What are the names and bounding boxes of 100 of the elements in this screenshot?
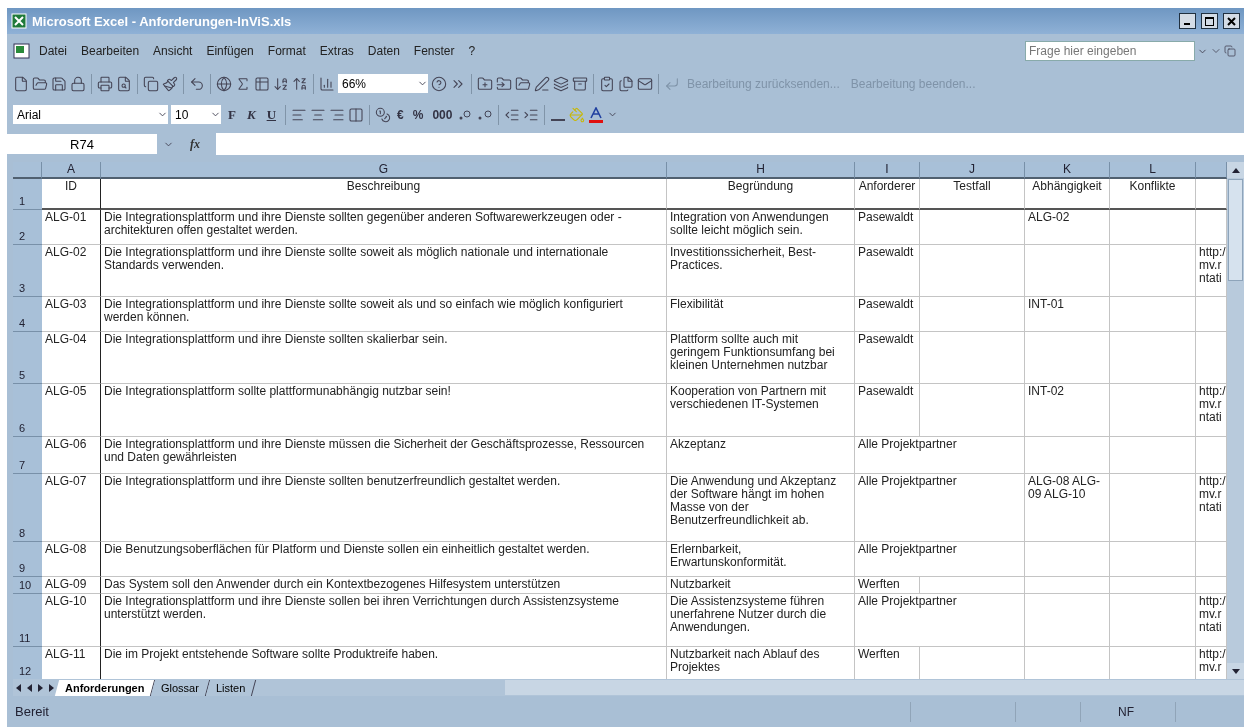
lock-icon[interactable] (70, 75, 86, 92)
column-header[interactable]: J (920, 162, 1025, 179)
name-box[interactable]: R74 (7, 134, 157, 154)
table-cell: Die Integrationsplattform und ihre Dienste müssen die Sicherheit der Geschäftsprozesse, Ressourcen und Daten gewährleisten (101, 437, 667, 474)
row-header[interactable]: 5 (13, 332, 42, 384)
undo-icon[interactable] (189, 75, 205, 92)
formula-field[interactable] (216, 133, 1244, 155)
help-search-field[interactable]: Frage hier eingeben (1025, 41, 1195, 61)
row-header[interactable]: 7 (13, 437, 42, 474)
column-header[interactable]: G (101, 162, 667, 179)
clipboard-check-icon[interactable] (599, 75, 615, 92)
number-format-button[interactable]: 000 (429, 107, 456, 122)
folder-plus-icon[interactable] (477, 75, 493, 92)
restore-icon[interactable] (1224, 45, 1236, 57)
help-icon[interactable] (431, 75, 447, 92)
row-header[interactable]: 6 (13, 384, 42, 437)
font-size-field[interactable]: 10 (171, 105, 221, 124)
menu-item[interactable]: Ansicht (147, 42, 199, 60)
table-cell: ALG-08 (42, 542, 101, 577)
copy-icon[interactable] (143, 75, 159, 92)
folder-input-icon[interactable] (496, 75, 512, 92)
column-header[interactable]: L (1110, 162, 1196, 179)
pen-icon[interactable] (534, 75, 550, 92)
menu-item[interactable]: Einfügen (200, 42, 260, 60)
menu-item[interactable]: Datei (33, 42, 73, 60)
column-header[interactable]: I (855, 162, 920, 179)
close-button[interactable] (1223, 13, 1240, 29)
sheet-tab[interactable]: Listen (206, 679, 257, 696)
decrease-decimal-icon[interactable] (477, 107, 494, 122)
row-header[interactable]: 1 (13, 179, 42, 210)
new-file-icon[interactable] (13, 75, 29, 92)
column-header[interactable]: A (42, 162, 101, 179)
text-style-button[interactable]: F (224, 106, 240, 123)
table-cell: Alle Projektpartner (855, 437, 1025, 474)
minimize-button[interactable] (1179, 13, 1196, 29)
sort-ascending-icon[interactable] (273, 75, 289, 92)
table-cell: Pasewaldt (855, 384, 920, 437)
column-header[interactable]: K (1025, 162, 1110, 179)
sheet-tab[interactable]: Anforderungen (54, 679, 156, 696)
row-header[interactable]: 3 (13, 245, 42, 297)
fill-color-icon[interactable] (569, 106, 586, 123)
row-header[interactable]: 9 (13, 542, 42, 577)
scrollbar-thumb[interactable] (1228, 179, 1243, 281)
column-title-cell: Anforderer (855, 179, 920, 210)
archive-icon[interactable] (572, 75, 588, 92)
sigma-icon[interactable] (235, 75, 251, 92)
print-icon[interactable] (97, 75, 113, 92)
font-color-icon[interactable] (588, 106, 605, 123)
row-header[interactable]: 11 (13, 594, 42, 647)
menu-item[interactable]: Extras (313, 42, 360, 60)
open-folder-icon[interactable] (32, 75, 48, 92)
chart-icon[interactable] (319, 75, 335, 92)
table-cell: Nutzbarkeit (667, 577, 855, 594)
table-cell: Erlernbarkeit, Erwartunskonformität. (667, 542, 855, 577)
maximize-button[interactable] (1201, 13, 1218, 29)
text-style-button[interactable]: U (262, 106, 280, 123)
row-header[interactable]: 4 (13, 297, 42, 332)
row-header[interactable]: 2 (13, 210, 42, 245)
print-preview-icon[interactable] (116, 75, 132, 92)
sheet-tab[interactable]: Glossar (151, 679, 211, 696)
merge-cells-icon[interactable] (348, 106, 364, 123)
globe-icon[interactable] (216, 75, 232, 92)
workbook-icon[interactable] (13, 43, 31, 59)
row-header[interactable]: 12 (13, 647, 42, 679)
table-cell: ALG-02 (42, 245, 101, 297)
table-cell: ALG-04 (42, 332, 101, 384)
paintbrush-icon[interactable] (162, 75, 178, 92)
zoom-field[interactable]: 66% (338, 74, 428, 93)
font-field[interactable]: Arial (13, 105, 168, 124)
scroll-up-button[interactable] (1227, 162, 1244, 178)
row-header[interactable]: 8 (13, 474, 42, 542)
number-format-button[interactable]: % (409, 107, 427, 122)
horizontal-scrollbar[interactable] (504, 680, 1244, 695)
table-cell: Die Assistenzsysteme führen unerfahrene Nutzer durch die Anwendungen. (667, 594, 855, 647)
layers-icon[interactable] (553, 75, 569, 92)
menu-item[interactable]: ? (462, 42, 482, 60)
save-icon[interactable] (51, 75, 67, 92)
mail-icon[interactable] (637, 75, 653, 92)
column-title-cell: Testfall (920, 179, 1025, 210)
table-icon[interactable] (254, 75, 270, 92)
down-arrow-icon (1231, 668, 1240, 674)
column-header[interactable]: H (667, 162, 855, 179)
row-header[interactable]: 10 (13, 577, 42, 594)
text-style-button[interactable]: K (242, 106, 260, 123)
table-cell: ALG-02 (1025, 210, 1110, 245)
table-cell: Die Anwendung und Akzeptanz der Software hängt im hohen Masse von der Benutzerfreundlichkeit ab. (667, 474, 855, 542)
function-button[interactable]: fx (180, 136, 210, 152)
scroll-down-button[interactable] (1227, 663, 1244, 679)
currency-icon[interactable] (375, 106, 391, 123)
files-icon[interactable] (618, 75, 634, 92)
folder-icon[interactable] (515, 75, 531, 92)
number-format-button[interactable]: € (394, 107, 407, 122)
vertical-scrollbar[interactable] (1227, 162, 1244, 679)
column-header[interactable] (1196, 162, 1227, 179)
menu-item[interactable]: Format (261, 42, 312, 60)
menu-item[interactable]: Bearbeiten (75, 42, 146, 60)
menu-item[interactable]: Daten (361, 42, 406, 60)
table-cell: Die Integrationsplattform und ihre Dienste sollte soweit als und so einfach wie möglich konfiguriert werden können. (101, 297, 667, 332)
sort-descending-icon[interactable] (292, 75, 308, 92)
menu-item[interactable]: Fenster (407, 42, 461, 60)
